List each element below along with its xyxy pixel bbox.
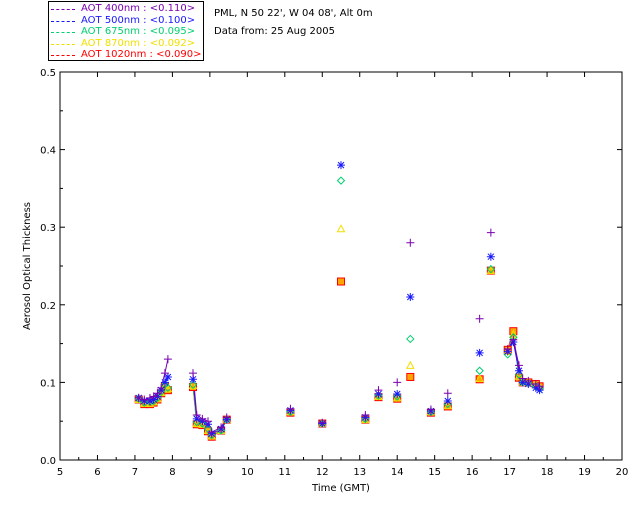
- x-tick-label: 15: [428, 467, 441, 478]
- x-tick-label: 17: [503, 467, 516, 478]
- data-point: [475, 366, 484, 375]
- y-tick-label: 0.4: [40, 146, 56, 157]
- data-point: [406, 293, 415, 302]
- data-point: [486, 228, 495, 237]
- x-axis-label: Time (GMT): [311, 483, 370, 494]
- y-tick-label: 0.1: [40, 378, 56, 389]
- data-point: [486, 252, 495, 261]
- data-point: [192, 410, 201, 419]
- data-point: [406, 238, 415, 247]
- data-point: [475, 348, 484, 357]
- x-tick-label: 10: [241, 467, 254, 478]
- y-tick-label: 0.5: [40, 68, 56, 79]
- data-point: [336, 224, 346, 233]
- x-tick-label: 9: [207, 467, 213, 478]
- x-tick-label: 20: [616, 467, 629, 478]
- x-tick-label: 11: [278, 467, 291, 478]
- x-tick-label: 5: [57, 467, 63, 478]
- data-point: [337, 161, 345, 170]
- x-tick-label: 7: [132, 467, 138, 478]
- data-point: [374, 386, 383, 395]
- y-tick-label: 0.0: [40, 456, 56, 467]
- data-point: [475, 314, 484, 323]
- y-axis-label: Aerosol Optical Thickness: [22, 202, 33, 330]
- data-point: [336, 176, 346, 185]
- data-point: [337, 277, 345, 286]
- data-point: [405, 360, 415, 369]
- y-tick-label: 0.2: [40, 301, 56, 312]
- x-tick-label: 13: [353, 467, 366, 478]
- data-point: [163, 355, 172, 364]
- data-point: [443, 389, 452, 398]
- data-point: [406, 334, 415, 344]
- data-point: [393, 390, 402, 399]
- x-tick-label: 12: [316, 467, 329, 478]
- data-point: [443, 397, 452, 406]
- x-tick-label: 16: [466, 467, 479, 478]
- x-tick-label: 6: [94, 467, 100, 478]
- x-tick-label: 19: [578, 467, 591, 478]
- x-tick-label: 8: [169, 467, 175, 478]
- data-point: [189, 369, 198, 378]
- y-tick-label: 0.3: [40, 223, 56, 234]
- data-point: [393, 378, 402, 387]
- x-tick-label: 18: [541, 467, 554, 478]
- data-point: [406, 372, 415, 381]
- x-tick-label: 14: [391, 467, 404, 478]
- chart: 5 6 7 8 9 10 11 12 13 14 15 16 17 18 19 20 0.0 0.1 0.2 0.3 0…: [22, 68, 629, 494]
